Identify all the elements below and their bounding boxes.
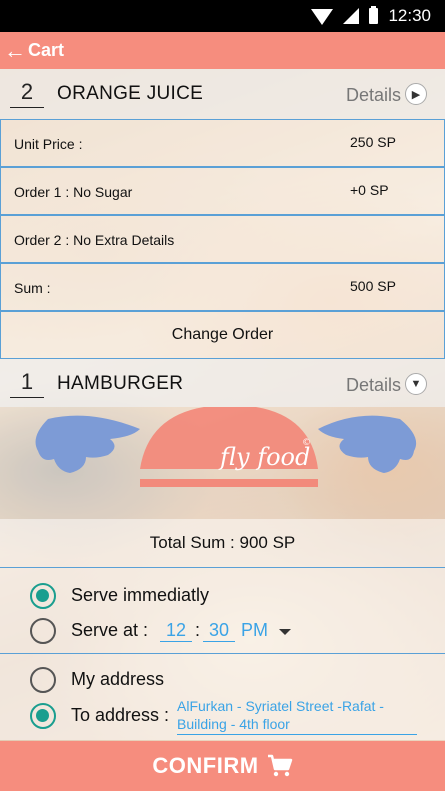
time-separator: : xyxy=(195,620,201,640)
cart-item-header: 1 HAMBURGER Details ▼ xyxy=(0,359,445,407)
battery-icon xyxy=(369,6,379,24)
detail-row: Sum : 500 SP xyxy=(0,263,445,311)
cart-icon xyxy=(267,754,292,777)
total-sum: Total Sum : 900 SP xyxy=(0,519,445,568)
fly-food-logo: fly food © xyxy=(35,405,417,487)
detail-row: Unit Price : 250 SP xyxy=(0,119,445,167)
chevron-down-circle-icon[interactable]: ▼ xyxy=(405,373,427,395)
quantity-field[interactable]: 1 xyxy=(10,369,44,398)
ampm-select[interactable]: PM xyxy=(241,620,268,641)
detail-row: Order 1 : No Sugar +0 SP xyxy=(0,167,445,215)
status-time: 12:30 xyxy=(388,6,431,25)
signal-icon xyxy=(343,8,360,24)
serve-immediately-label[interactable]: Serve immediatly xyxy=(71,585,209,606)
chevron-right-circle-icon[interactable]: ▶ xyxy=(405,83,427,105)
my-address-radio[interactable] xyxy=(30,667,56,693)
change-order-button[interactable]: Change Order xyxy=(0,311,445,359)
detail-row: Order 2 : No Extra Details xyxy=(0,215,445,263)
minute-input[interactable]: 30 xyxy=(203,620,235,642)
detail-label: Sum : xyxy=(14,280,51,296)
address-input[interactable]: AlFurkan - Syriatel Street -Rafat - Buil… xyxy=(177,697,417,735)
serve-options: Serve immediatly Serve at : 12 : 30 PM xyxy=(0,568,445,654)
detail-value: 500 SP xyxy=(350,278,396,294)
wifi-icon xyxy=(311,9,334,25)
item-name: HAMBURGER xyxy=(57,373,184,394)
chevron-down-icon[interactable] xyxy=(279,629,291,635)
item-details: Unit Price : 250 SP Order 1 : No Sugar +… xyxy=(0,119,445,359)
logo-area: fly food © xyxy=(0,405,445,519)
details-label[interactable]: Details xyxy=(346,85,401,106)
app-bar: ← Cart xyxy=(0,32,445,69)
detail-label: Order 1 : No Sugar xyxy=(14,184,133,200)
serve-at-label[interactable]: Serve at : xyxy=(71,620,148,641)
detail-label: Order 2 : No Extra Details xyxy=(14,232,175,248)
detail-value: +0 SP xyxy=(350,182,389,198)
detail-value: 250 SP xyxy=(350,134,396,150)
page-title[interactable]: Cart xyxy=(28,40,64,61)
arrow-left-icon[interactable]: ← xyxy=(4,39,26,62)
hour-input[interactable]: 12 xyxy=(160,620,192,642)
logo-mark: © xyxy=(302,438,311,448)
detail-label: Unit Price : xyxy=(14,136,83,152)
quantity-field[interactable]: 2 xyxy=(10,79,44,108)
address-options: My address To address : AlFurkan - Syria… xyxy=(0,654,445,740)
cart-item-header: 2 ORANGE JUICE Details ▶ xyxy=(0,69,445,119)
confirm-label: CONFIRM xyxy=(152,753,259,778)
serve-immediately-radio[interactable] xyxy=(30,583,56,609)
logo-text: fly food xyxy=(218,443,310,471)
serve-at-radio[interactable] xyxy=(30,618,56,644)
cart-content: 2 ORANGE JUICE Details ▶ Unit Price : 25… xyxy=(0,69,445,740)
details-label[interactable]: Details xyxy=(346,375,401,396)
item-name: ORANGE JUICE xyxy=(57,83,204,104)
to-address-radio[interactable] xyxy=(30,703,56,729)
to-address-label[interactable]: To address : xyxy=(71,705,169,726)
status-bar: 12:30 xyxy=(0,0,445,32)
my-address-label[interactable]: My address xyxy=(71,669,164,690)
confirm-button[interactable]: CONFIRM xyxy=(0,741,445,791)
